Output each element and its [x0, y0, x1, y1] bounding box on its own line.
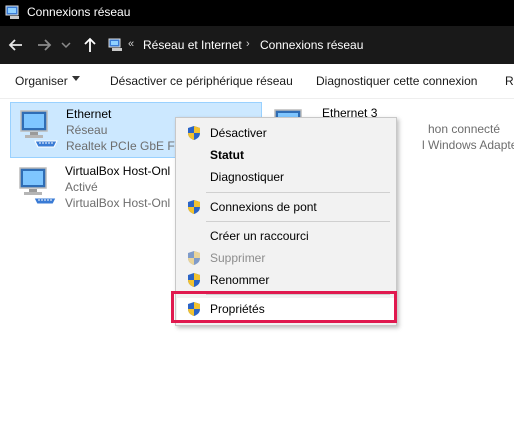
disable-device-button[interactable]: Désactiver ce périphérique réseau: [110, 74, 293, 88]
menu-item-create-shortcut[interactable]: Créer un raccourci: [177, 225, 395, 247]
connection-status: Réseau: [66, 123, 108, 137]
uac-shield-icon: [188, 126, 200, 140]
menu-item-bridge[interactable]: Connexions de pont: [177, 196, 395, 218]
network-folder-icon: [108, 38, 122, 51]
organize-dropdown-icon[interactable]: [72, 76, 80, 81]
address-bar[interactable]: « Réseau et Internet › Connexions réseau: [104, 31, 514, 59]
menu-item-label: Supprimer: [210, 251, 266, 265]
connection-status: Activé: [65, 180, 98, 194]
menu-separator: [206, 192, 390, 193]
diagnose-connection-button[interactable]: Diagnostiquer cette connexion: [316, 74, 477, 88]
menu-separator: [206, 221, 390, 222]
breadcrumb-network-internet[interactable]: Réseau et Internet: [143, 38, 242, 52]
menu-item-label: Diagnostiquer: [210, 170, 285, 184]
title-bar: Connexions réseau: [0, 0, 514, 26]
menu-item-label: Statut: [210, 148, 244, 162]
up-arrow-icon[interactable]: [80, 35, 100, 55]
connection-name: Ethernet: [66, 107, 112, 121]
menu-item-label: Connexions de pont: [210, 200, 317, 214]
menu-item-disable[interactable]: Désactiver: [177, 122, 395, 144]
breadcrumb-separator: ›: [246, 38, 250, 50]
menu-item-delete: Supprimer: [177, 247, 395, 269]
network-app-icon: [5, 5, 19, 19]
menu-item-label: Créer un raccourci: [210, 229, 309, 243]
network-connection-icon: [19, 167, 57, 205]
window-title: Connexions réseau: [27, 5, 131, 19]
breadcrumb-overflow[interactable]: «: [128, 38, 134, 50]
uac-shield-icon: [188, 273, 200, 287]
menu-item-rename[interactable]: Renommer: [177, 269, 395, 291]
menu-item-label: Renommer: [210, 273, 270, 287]
connection-adapter: Realtek PCIe GbE Far: [66, 139, 186, 153]
command-toolbar: Organiser Désactiver ce périphérique rés…: [0, 64, 514, 99]
menu-item-label: Désactiver: [210, 126, 267, 140]
menu-item-status[interactable]: Statut: [177, 144, 395, 166]
properties-highlight-frame: [171, 291, 397, 323]
menu-item-diagnose[interactable]: Diagnostiquer: [177, 166, 395, 188]
connection-adapter: VirtualBox Host-Onl: [65, 196, 171, 210]
toolbar-overflow-item[interactable]: R: [505, 74, 514, 88]
organize-button[interactable]: Organiser: [15, 74, 68, 88]
connection-name: VirtualBox Host-Onl: [65, 164, 171, 178]
forward-arrow-icon[interactable]: [34, 35, 54, 55]
back-arrow-icon[interactable]: [6, 35, 26, 55]
recent-dropdown-icon[interactable]: [60, 35, 72, 55]
network-connection-icon: [20, 110, 58, 148]
breadcrumb-network-connections[interactable]: Connexions réseau: [260, 38, 363, 52]
uac-shield-icon: [188, 251, 200, 265]
uac-shield-icon: [188, 200, 200, 214]
